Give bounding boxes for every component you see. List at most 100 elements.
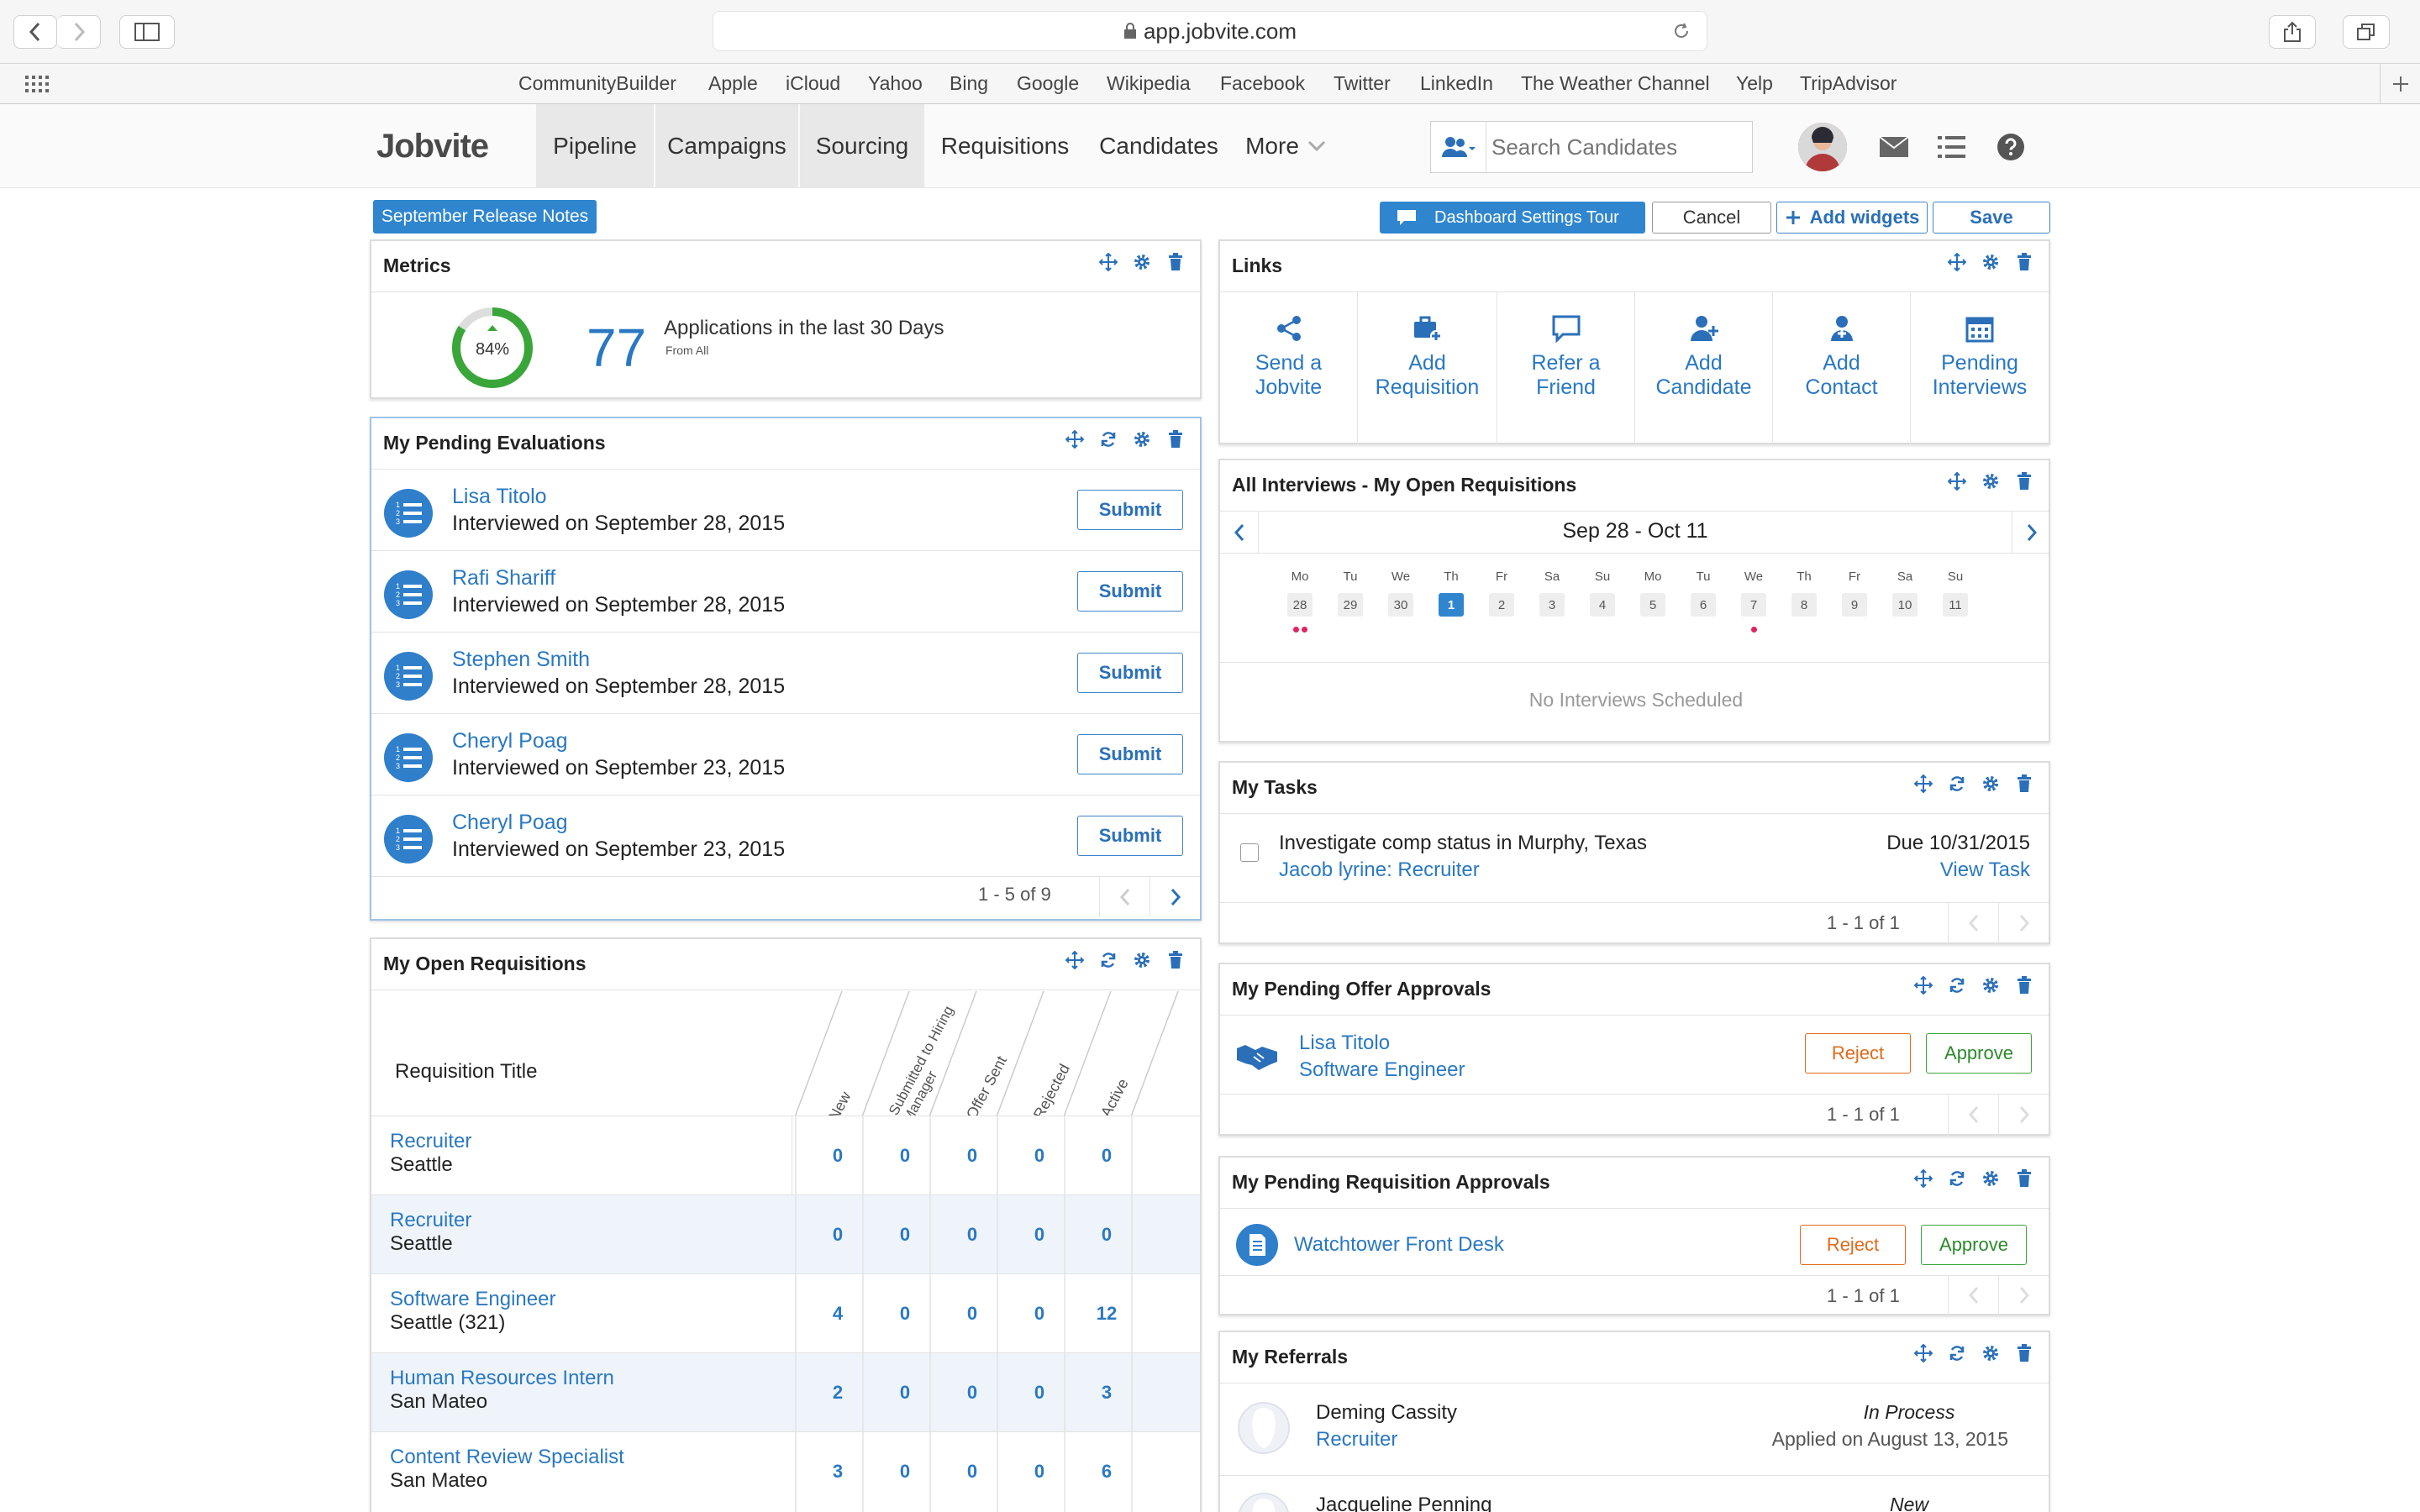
task-assignee-link[interactable]: Jacob lyrine: Recruiter <box>1279 858 1480 882</box>
submit-button[interactable]: Submit <box>1077 571 1183 612</box>
day-date[interactable]: 4 <box>1590 593 1615 617</box>
next-page-button[interactable] <box>1998 1275 2049 1315</box>
move-icon[interactable] <box>1914 976 1933 995</box>
search-candidates-input[interactable] <box>1486 134 1747 160</box>
bookmark-item[interactable]: CommunityBuilder <box>518 72 676 95</box>
gear-icon[interactable] <box>1981 774 2000 793</box>
day-date[interactable]: 10 <box>1892 593 1918 617</box>
move-icon[interactable] <box>1948 472 1966 491</box>
submit-button[interactable]: Submit <box>1077 490 1183 530</box>
sidebar-toggle-button[interactable] <box>119 15 175 49</box>
move-icon[interactable] <box>1065 951 1084 969</box>
day-date[interactable]: 30 <box>1388 593 1413 617</box>
refresh-icon[interactable] <box>1948 1169 1966 1188</box>
nav-candidates[interactable]: Candidates <box>1086 104 1232 188</box>
day-date[interactable]: 29 <box>1338 593 1363 617</box>
candidate-name-link[interactable]: Stephen Smith <box>452 648 590 672</box>
day-date[interactable]: 28 <box>1287 593 1313 617</box>
offer-role-link[interactable]: Software Engineer <box>1299 1058 1465 1082</box>
apps-grid-icon[interactable] <box>25 74 50 94</box>
offer-candidate-link[interactable]: Lisa Titolo <box>1299 1032 1390 1055</box>
reject-offer-button[interactable]: Reject <box>1805 1033 1911 1074</box>
bookmark-item[interactable]: Facebook <box>1220 72 1305 95</box>
trash-icon[interactable] <box>2015 472 2033 491</box>
move-icon[interactable] <box>1948 253 1966 271</box>
refresh-icon[interactable] <box>1948 1344 1966 1362</box>
refresh-icon[interactable] <box>1948 976 1966 995</box>
trash-icon[interactable] <box>2015 976 2033 995</box>
prev-page-button[interactable] <box>1948 902 1998 944</box>
bookmark-item[interactable]: Yelp <box>1736 72 1773 95</box>
gear-icon[interactable] <box>1981 253 2000 271</box>
link-pending-interviews[interactable]: Pending Interviews <box>1911 292 2049 444</box>
nav-requisitions[interactable]: Requisitions <box>928 104 1082 188</box>
bookmark-item[interactable]: The Weather Channel <box>1521 72 1710 95</box>
next-page-button[interactable] <box>1998 1094 2049 1136</box>
next-page-button[interactable] <box>1150 877 1200 917</box>
save-button[interactable]: Save <box>1933 202 2050 234</box>
day-date[interactable]: 7 <box>1741 593 1766 617</box>
mail-icon[interactable] <box>1879 136 1909 158</box>
bookmark-item[interactable]: Wikipedia <box>1107 72 1191 95</box>
bookmark-item[interactable]: Apple <box>708 72 758 95</box>
prev-week-button[interactable] <box>1220 512 1259 554</box>
day-date[interactable]: 11 <box>1943 593 1968 617</box>
trash-icon[interactable] <box>1166 430 1185 449</box>
gear-icon[interactable] <box>1133 430 1151 449</box>
bookmark-item[interactable]: TripAdvisor <box>1800 72 1897 95</box>
view-task-link[interactable]: View Task <box>1940 858 2030 882</box>
day-date[interactable]: 8 <box>1791 593 1817 617</box>
bookmark-item[interactable]: Twitter <box>1334 72 1391 95</box>
approve-requisition-button[interactable]: Approve <box>1921 1225 2027 1265</box>
task-checkbox[interactable] <box>1240 843 1259 862</box>
bookmark-item[interactable]: Yahoo <box>868 72 923 95</box>
bookmark-item[interactable]: iCloud <box>786 72 840 95</box>
search-type-selector[interactable] <box>1431 122 1486 172</box>
reject-requisition-button[interactable]: Reject <box>1800 1225 1906 1265</box>
candidate-name-link[interactable]: Lisa Titolo <box>452 485 547 509</box>
trash-icon[interactable] <box>2015 1169 2033 1188</box>
candidate-name-link[interactable]: Rafi Shariff <box>452 566 555 591</box>
candidate-name-link[interactable]: Cheryl Poag <box>452 811 568 835</box>
add-widgets-button[interactable]: Add widgets <box>1776 202 1928 234</box>
day-date[interactable]: 1 <box>1439 593 1464 617</box>
requisition-approval-link[interactable]: Watchtower Front Desk <box>1294 1233 1504 1257</box>
prev-page-button[interactable] <box>1099 877 1150 917</box>
candidate-name-link[interactable]: Cheryl Poag <box>452 729 568 753</box>
refresh-icon[interactable] <box>1099 430 1118 449</box>
nav-campaigns[interactable]: Campaigns <box>655 104 798 188</box>
prev-page-button[interactable] <box>1948 1094 1998 1136</box>
avatar[interactable] <box>1798 123 1847 171</box>
refresh-icon[interactable] <box>1948 774 1966 793</box>
gear-icon[interactable] <box>1981 976 2000 995</box>
move-icon[interactable] <box>1065 430 1084 449</box>
gear-icon[interactable] <box>1133 951 1151 969</box>
move-icon[interactable] <box>1914 1169 1933 1188</box>
day-date[interactable]: 2 <box>1489 593 1514 617</box>
nav-pipeline[interactable]: Pipeline <box>536 104 654 188</box>
link-add-contact[interactable]: Add Contact <box>1773 292 1911 444</box>
tabs-button[interactable] <box>2343 15 2390 49</box>
move-icon[interactable] <box>1914 774 1933 793</box>
day-date[interactable]: 5 <box>1640 593 1665 617</box>
link-add-candidate[interactable]: Add Candidate <box>1635 292 1773 444</box>
trash-icon[interactable] <box>1166 253 1185 271</box>
release-notes-button[interactable]: September Release Notes <box>373 200 597 234</box>
day-date[interactable]: 3 <box>1539 593 1565 617</box>
jobvite-logo[interactable]: Jobvite <box>376 128 489 165</box>
nav-sourcing[interactable]: Sourcing <box>800 104 924 188</box>
link-add-requisition[interactable]: Add Requisition <box>1358 292 1497 444</box>
move-icon[interactable] <box>1099 253 1118 271</box>
reload-icon[interactable] <box>1671 21 1691 41</box>
move-icon[interactable] <box>1914 1344 1933 1362</box>
nav-more[interactable]: More <box>1235 104 1336 188</box>
submit-button[interactable]: Submit <box>1077 816 1183 856</box>
day-date[interactable]: 9 <box>1842 593 1867 617</box>
trash-icon[interactable] <box>2015 774 2033 793</box>
forward-button[interactable] <box>57 15 101 49</box>
gear-icon[interactable] <box>1133 253 1151 271</box>
dashboard-tour-button[interactable]: Dashboard Settings Tour <box>1380 202 1645 234</box>
bookmark-item[interactable]: Google <box>1017 72 1079 95</box>
bookmark-item[interactable]: LinkedIn <box>1420 72 1493 95</box>
cancel-button[interactable]: Cancel <box>1652 202 1771 234</box>
